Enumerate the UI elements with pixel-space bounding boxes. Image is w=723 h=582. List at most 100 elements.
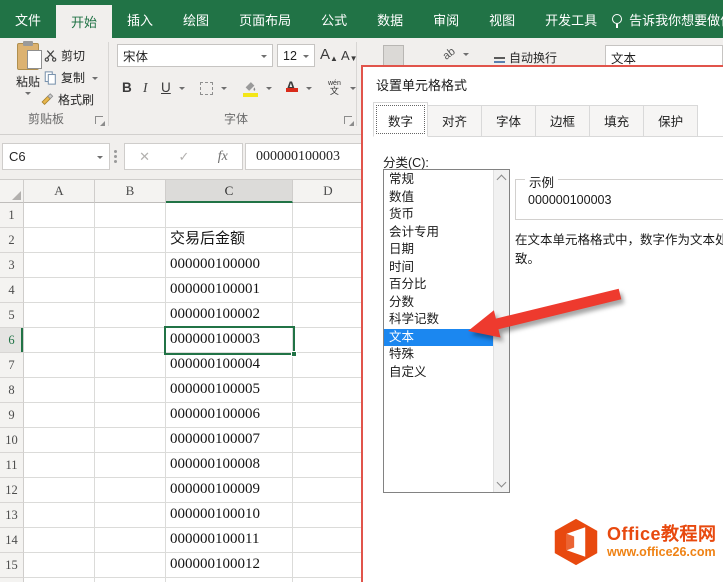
cell-col-d[interactable] (293, 578, 364, 582)
row-header[interactable]: 16 (0, 578, 24, 582)
cell-col-d[interactable] (293, 528, 364, 553)
ribbon-tab[interactable]: 开始 (56, 5, 112, 38)
font-size-combo[interactable]: 12 (277, 44, 315, 67)
cell-col-a[interactable] (24, 478, 95, 503)
row-header[interactable]: 13 (0, 503, 24, 528)
cell-col-a[interactable] (24, 203, 95, 228)
cell-col-b[interactable] (95, 428, 166, 453)
cell-col-b[interactable] (95, 303, 166, 328)
cell-col-a[interactable] (24, 528, 95, 553)
row-header[interactable]: 11 (0, 453, 24, 478)
scroll-down-icon[interactable] (497, 478, 507, 488)
font-name-combo[interactable]: 宋体 (117, 44, 273, 67)
cell-col-b[interactable] (95, 228, 166, 253)
cell-col-d[interactable] (293, 453, 364, 478)
cell-col-b[interactable] (95, 478, 166, 503)
cell-col-b[interactable] (95, 278, 166, 303)
ribbon-tab[interactable]: 审阅 (418, 0, 474, 38)
insert-function-icon[interactable]: fx (218, 149, 228, 165)
cell-col-a[interactable] (24, 328, 95, 353)
enter-icon[interactable]: ✓ (178, 149, 189, 165)
cell-col-b[interactable] (95, 328, 166, 353)
ribbon-tab[interactable]: 数据 (362, 0, 418, 38)
cell-col-d[interactable] (293, 278, 364, 303)
cell-col-d[interactable] (293, 353, 364, 378)
bold-button[interactable]: B (122, 80, 132, 95)
ribbon-tab[interactable]: 页面布局 (224, 0, 306, 38)
category-item[interactable]: 时间 (384, 259, 493, 277)
cell-col-d[interactable] (293, 378, 364, 403)
ribbon-tab[interactable]: 绘图 (168, 0, 224, 38)
fill-color-dropdown-arrow[interactable] (266, 87, 272, 93)
cell-col-b[interactable] (95, 203, 166, 228)
cell-col-b[interactable] (95, 553, 166, 578)
dialog-tab[interactable]: 填充 (589, 105, 644, 136)
cancel-icon[interactable]: ✕ (139, 149, 150, 165)
fill-handle[interactable] (291, 351, 297, 357)
copy-dropdown-arrow[interactable] (92, 77, 98, 83)
cell-col-c[interactable]: 000000100010 (166, 503, 293, 528)
phonetic-guide-button[interactable]: wén 文 (328, 80, 341, 96)
cell-col-a[interactable] (24, 553, 95, 578)
cell-col-c[interactable]: 000000100002 (166, 303, 293, 328)
dialog-tab[interactable]: 边框 (535, 105, 590, 136)
column-header-b[interactable]: B (95, 180, 166, 203)
align-top-button[interactable] (362, 46, 381, 65)
cell-col-c[interactable] (166, 578, 293, 582)
category-item[interactable]: 货币 (384, 206, 493, 224)
clipboard-dialog-launcher[interactable] (95, 116, 105, 126)
cell-col-a[interactable] (24, 303, 95, 328)
paste-dropdown-arrow[interactable] (25, 92, 31, 98)
cell-col-c[interactable]: 000000100008 (166, 453, 293, 478)
cell-col-a[interactable] (24, 353, 95, 378)
font-color-button[interactable]: A (286, 79, 298, 94)
row-header[interactable]: 8 (0, 378, 24, 403)
borders-button[interactable] (200, 82, 213, 95)
category-item[interactable]: 日期 (384, 241, 493, 259)
row-header[interactable]: 6 (0, 328, 24, 353)
cell-col-d[interactable] (293, 403, 364, 428)
cell-col-a[interactable] (24, 278, 95, 303)
row-header[interactable]: 2 (0, 228, 24, 253)
font-dialog-launcher[interactable] (344, 116, 354, 126)
cell-col-c[interactable]: 000000100001 (166, 278, 293, 303)
cell-col-c[interactable]: 000000100005 (166, 378, 293, 403)
underline-dropdown-arrow[interactable] (179, 87, 185, 93)
cell-col-c[interactable]: 000000100009 (166, 478, 293, 503)
cell-col-d[interactable] (293, 303, 364, 328)
cell-col-a[interactable] (24, 428, 95, 453)
cell-col-c[interactable] (166, 203, 293, 228)
align-bottom-button[interactable] (406, 46, 425, 65)
cell-col-a[interactable] (24, 403, 95, 428)
cell-col-c[interactable]: 000000100000 (166, 253, 293, 278)
row-header[interactable]: 15 (0, 553, 24, 578)
cell-col-d[interactable] (293, 503, 364, 528)
cell-col-a[interactable] (24, 578, 95, 582)
cell-col-c[interactable]: 000000100006 (166, 403, 293, 428)
column-header-c[interactable]: C (166, 180, 293, 203)
ribbon-tab[interactable]: 插入 (112, 0, 168, 38)
orientation-icon[interactable]: ab (441, 46, 458, 63)
cell-col-a[interactable] (24, 453, 95, 478)
italic-button[interactable]: I (143, 80, 148, 96)
underline-button[interactable]: U (161, 80, 171, 95)
font-color-dropdown-arrow[interactable] (306, 87, 312, 93)
dialog-tab[interactable]: 保护 (643, 105, 698, 136)
select-all-corner[interactable] (0, 180, 24, 203)
row-header[interactable]: 5 (0, 303, 24, 328)
row-header[interactable]: 7 (0, 353, 24, 378)
ribbon-tab[interactable]: 文件 (0, 0, 56, 38)
category-item[interactable]: 数值 (384, 189, 493, 207)
cell-col-c[interactable]: 000000100012 (166, 553, 293, 578)
cut-button[interactable]: 剪切 (44, 47, 85, 64)
cell-col-b[interactable] (95, 503, 166, 528)
cell-col-a[interactable] (24, 378, 95, 403)
orientation-dropdown-arrow[interactable] (463, 53, 469, 59)
row-header[interactable]: 3 (0, 253, 24, 278)
row-header[interactable]: 1 (0, 203, 24, 228)
borders-dropdown-arrow[interactable] (221, 87, 227, 93)
cell-col-b[interactable] (95, 453, 166, 478)
row-header[interactable]: 9 (0, 403, 24, 428)
cell-col-d[interactable] (293, 553, 364, 578)
row-header[interactable]: 14 (0, 528, 24, 553)
